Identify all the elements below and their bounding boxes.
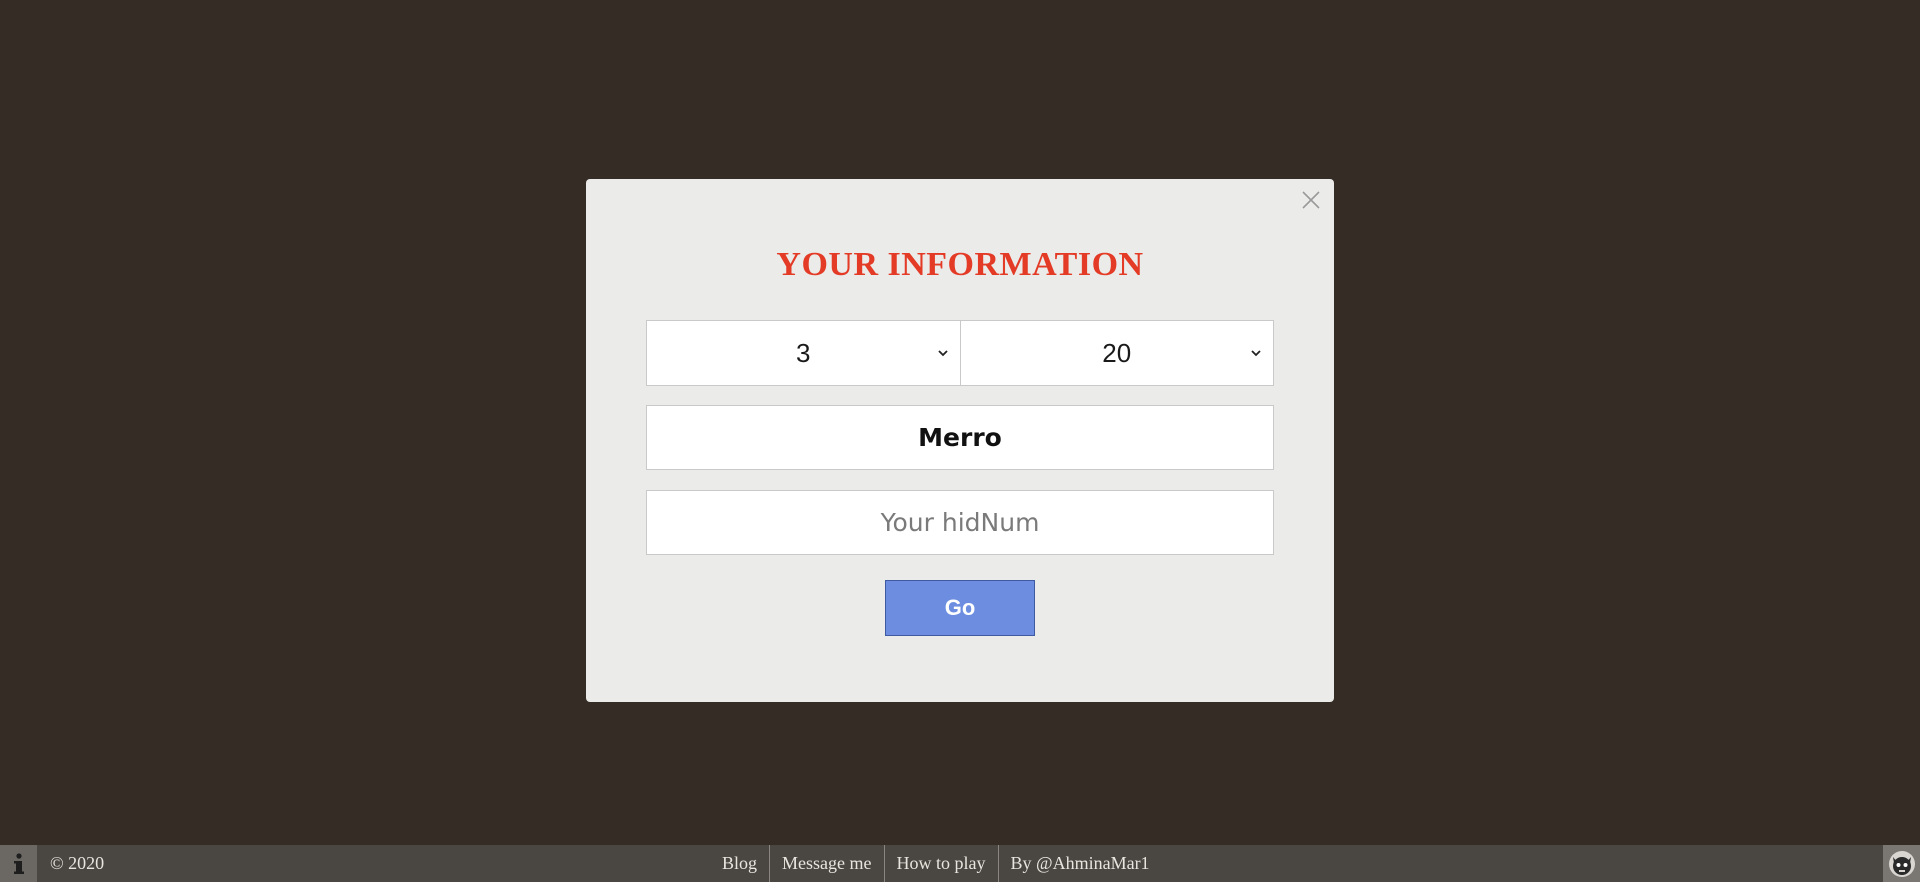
footer-link-blog[interactable]: Blog bbox=[710, 845, 769, 882]
select-second-value: 20 bbox=[1102, 337, 1132, 368]
footer-link-message-me[interactable]: Message me bbox=[769, 845, 883, 882]
select-second[interactable]: 20 bbox=[960, 320, 1274, 386]
close-icon[interactable] bbox=[1300, 189, 1322, 211]
hidnum-input[interactable]: Your hidNum bbox=[646, 490, 1274, 555]
chevron-down-icon bbox=[937, 350, 948, 357]
avatar-icon[interactable] bbox=[1883, 845, 1920, 882]
information-modal: YOUR INFORMATION 3 20 Merro Your hidNum … bbox=[586, 179, 1334, 702]
chevron-down-icon bbox=[1251, 350, 1261, 357]
footer-link-how-to-play[interactable]: How to play bbox=[883, 845, 998, 882]
footer: © 2020 Blog Message me How to play By @A… bbox=[0, 845, 1920, 882]
copyright-text: © 2020 bbox=[50, 853, 105, 873]
go-button[interactable]: Go bbox=[885, 580, 1035, 636]
name-input[interactable]: Merro bbox=[646, 405, 1274, 470]
footer-links: Blog Message me How to play By @AhminaMa… bbox=[710, 845, 1162, 882]
select-row: 3 20 bbox=[646, 320, 1274, 386]
footer-link-author[interactable]: By @AhminaMar1 bbox=[997, 845, 1162, 882]
select-first[interactable]: 3 bbox=[646, 320, 961, 386]
select-first-value: 3 bbox=[796, 337, 811, 368]
info-icon[interactable] bbox=[0, 845, 37, 882]
modal-title: YOUR INFORMATION bbox=[776, 246, 1144, 283]
page: YOUR INFORMATION 3 20 Merro Your hidNum … bbox=[0, 0, 1920, 882]
